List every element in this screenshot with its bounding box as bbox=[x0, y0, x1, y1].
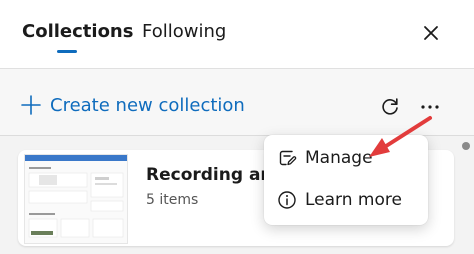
menu-item-manage[interactable]: Manage bbox=[264, 138, 428, 178]
refresh-button[interactable] bbox=[378, 95, 402, 119]
menu-item-learn-more-label: Learn more bbox=[305, 190, 402, 210]
tab-following[interactable]: Following bbox=[142, 20, 226, 44]
more-options-button[interactable] bbox=[418, 95, 442, 119]
menu-item-manage-label: Manage bbox=[305, 148, 373, 168]
create-new-collection-label: Create new collection bbox=[50, 94, 245, 116]
create-new-collection-button[interactable]: Create new collection bbox=[20, 90, 245, 120]
close-icon bbox=[424, 26, 438, 40]
panel-header: Collections Following bbox=[0, 0, 474, 69]
scrollbar-thumb[interactable] bbox=[462, 142, 470, 150]
collection-item-count: 5 items bbox=[146, 192, 199, 208]
collection-thumbnail bbox=[24, 154, 128, 244]
more-icon bbox=[421, 105, 439, 109]
info-icon bbox=[278, 191, 296, 209]
tab-collections[interactable]: Collections bbox=[22, 20, 133, 44]
edit-note-icon bbox=[279, 150, 297, 166]
active-tab-indicator bbox=[57, 50, 77, 53]
close-button[interactable] bbox=[419, 21, 443, 45]
plus-icon bbox=[21, 95, 41, 115]
more-options-menu: Manage Learn more bbox=[264, 135, 428, 225]
menu-item-learn-more[interactable]: Learn more bbox=[264, 180, 428, 220]
webpage-thumbnail-image bbox=[25, 155, 127, 238]
refresh-icon bbox=[382, 98, 398, 115]
